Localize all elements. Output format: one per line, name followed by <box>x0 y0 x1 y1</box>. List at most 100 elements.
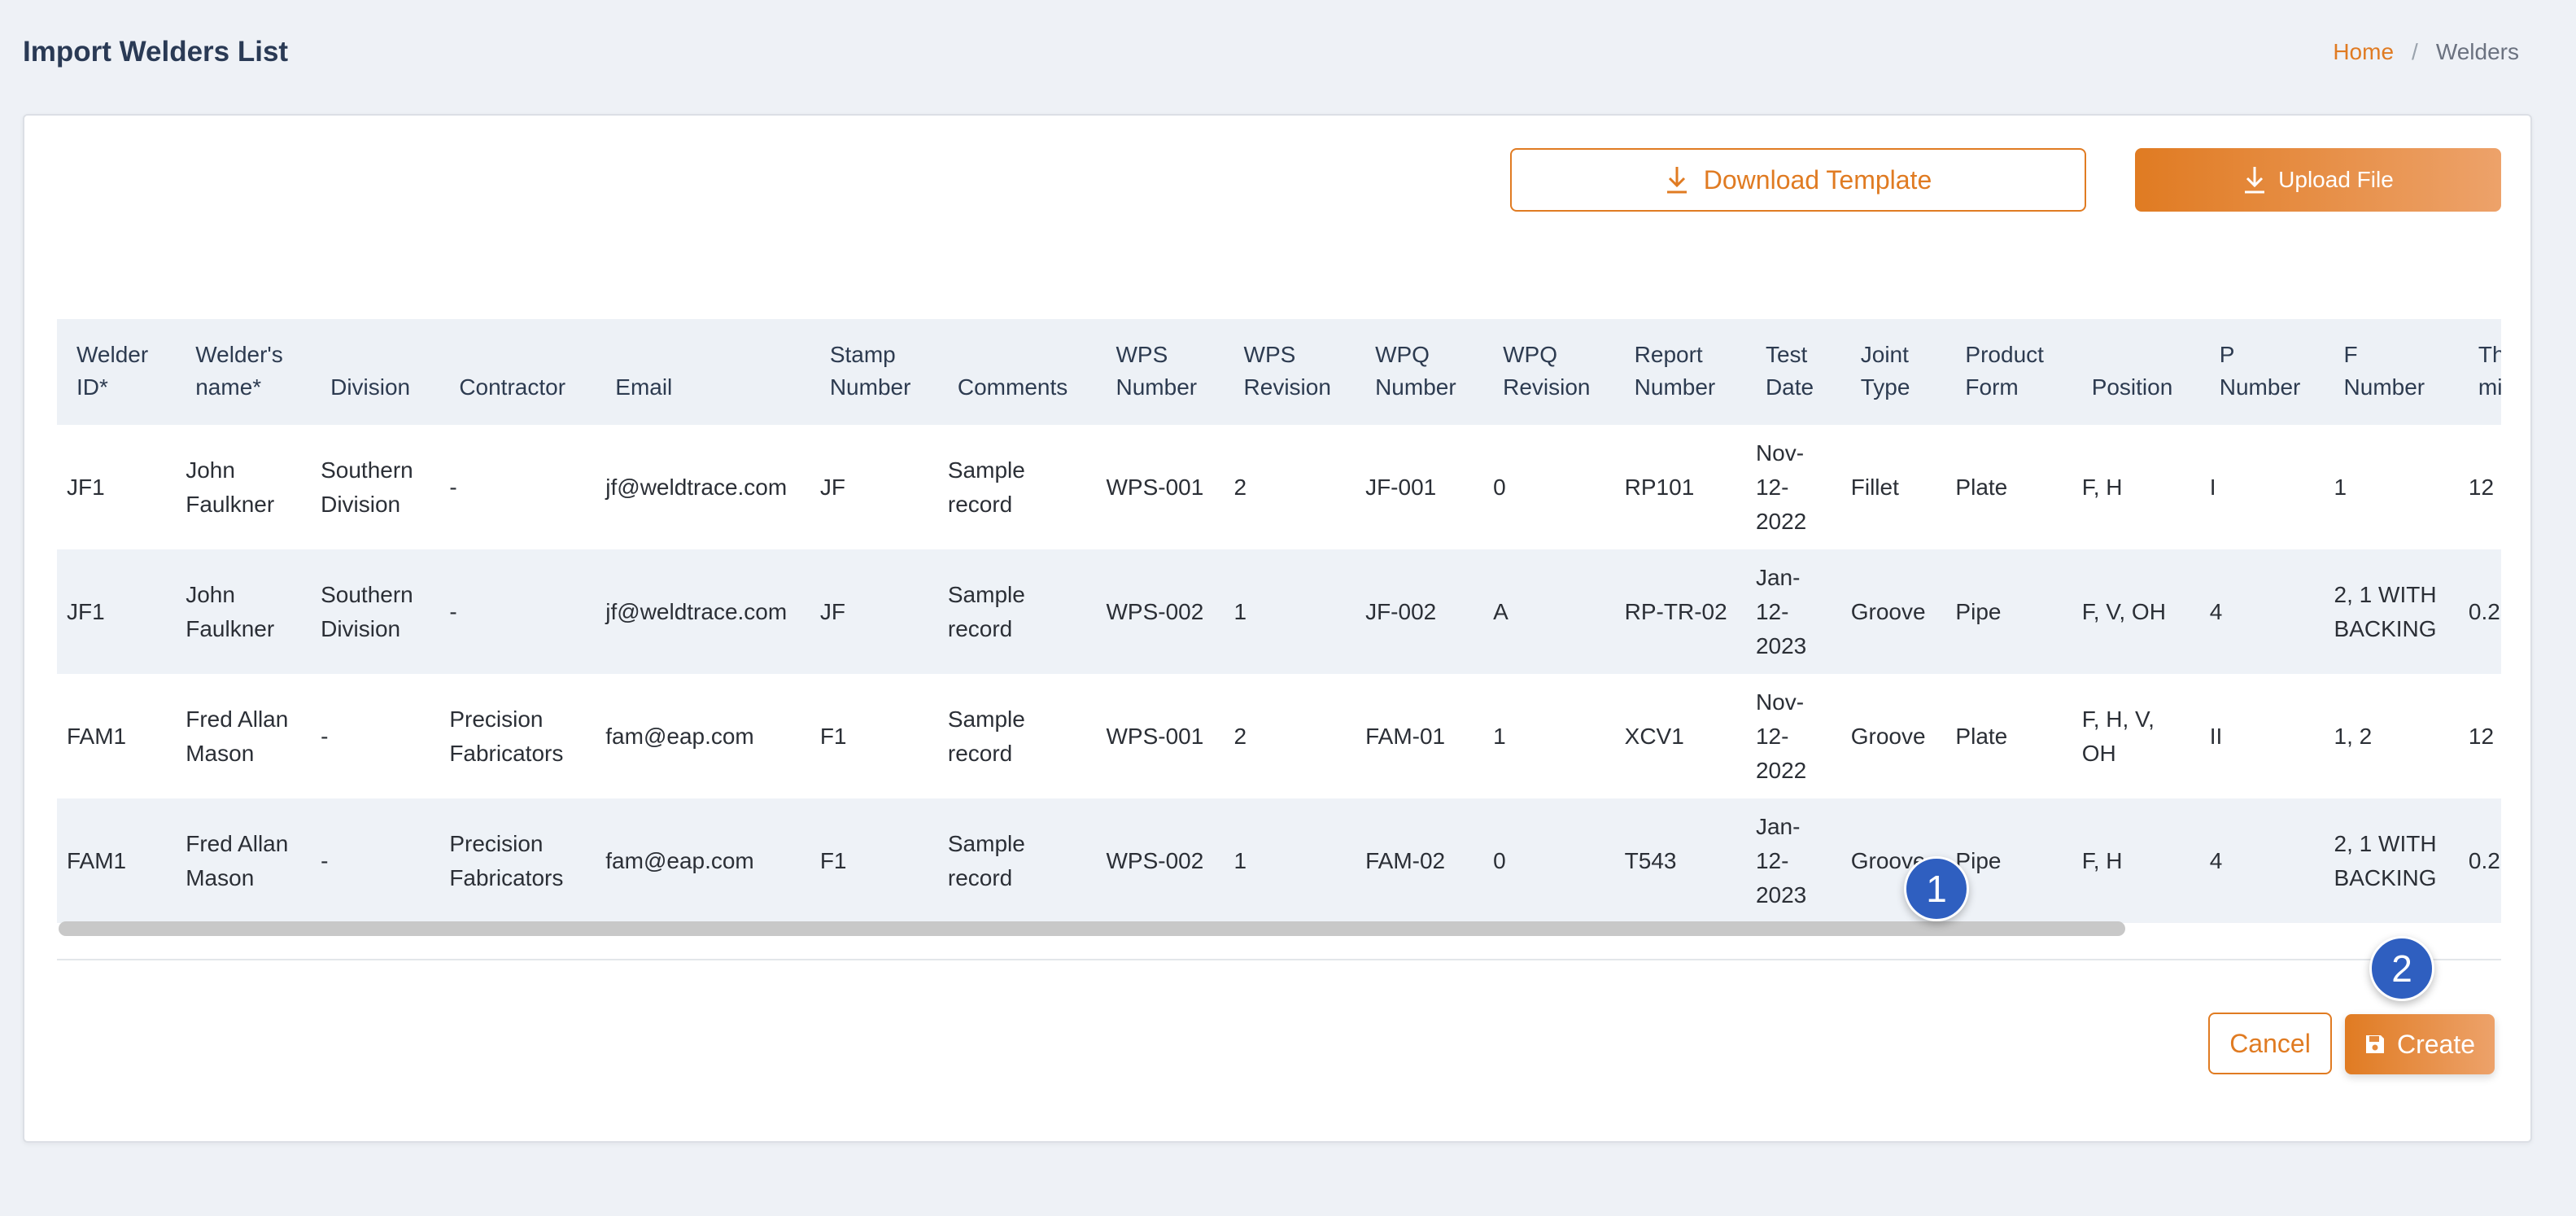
table-cell-text: F, H, V, <box>2081 706 2155 732</box>
table-cell: Jan- 12- 2023 <box>1746 549 1841 674</box>
table-cell: Fillet <box>1841 425 1946 549</box>
table-cell-text: jf@weldtrace.com <box>605 598 788 624</box>
welders-table-container[interactable]: Welder ID* Welder's name* Division Contractor… <box>57 319 2501 960</box>
horizontal-scrollbar[interactable] <box>59 921 2125 936</box>
table-cell-text: F1 <box>819 847 847 873</box>
table-cell-text: FAM-01 <box>1365 723 1446 749</box>
table-cell-text: Sample <box>947 581 1025 607</box>
column-header-text: Number <box>829 374 911 400</box>
table-cell-text: John <box>186 457 235 483</box>
table-cell-text: WPS-001 <box>1106 723 1204 749</box>
table-cell-text: record <box>947 864 1013 890</box>
table-cell: F, H, V, OH <box>2072 674 2200 798</box>
table-cell-text: 2023 <box>1755 881 1807 908</box>
table-cell-text: A <box>1493 598 1508 624</box>
table-cell-text: Fabricators <box>449 864 564 890</box>
table-cell-text: Mason <box>186 864 255 890</box>
table-cell-text: 2, 1 WITH <box>2334 830 2437 856</box>
download-icon <box>1666 167 1687 194</box>
table-cell-text: BACKING <box>2334 615 2437 641</box>
table-cell: 1 <box>1225 798 1356 923</box>
column-header-text: Division <box>330 374 411 400</box>
table-cell-text: WPS-001 <box>1106 474 1204 500</box>
table-cell: John Faulkner <box>176 549 311 674</box>
table-cell-text: Fabricators <box>449 740 564 766</box>
table-cell-text: FAM1 <box>67 723 127 749</box>
breadcrumb-home-link[interactable]: Home <box>2333 39 2394 65</box>
column-header-text: Number <box>1375 374 1456 400</box>
table-cell: F, H <box>2072 425 2200 549</box>
create-button[interactable]: Create <box>2345 1014 2495 1074</box>
column-header-text: Number <box>2343 374 2425 400</box>
table-cell-text: John <box>186 581 235 607</box>
table-cell-text: 4 <box>2209 598 2223 624</box>
table-cell-text: Faulkner <box>186 615 275 641</box>
table-cell-text: FAM1 <box>67 847 127 873</box>
table-cell: Nov- 12- 2022 <box>1746 425 1841 549</box>
column-header-text: Number <box>1634 374 1716 400</box>
table-cell: II <box>2200 674 2325 798</box>
table-cell-text: 2, 1 WITH <box>2334 581 2437 607</box>
table-cell: Precision Fabricators <box>439 798 596 923</box>
upload-file-button[interactable]: Upload File <box>2135 148 2501 212</box>
table-cell-text: II <box>2209 723 2223 749</box>
table-cell-text: Nov- <box>1755 440 1805 466</box>
table-cell: A <box>1483 549 1615 674</box>
table-cell: 1 <box>1483 674 1615 798</box>
column-header-text: WPS <box>1116 342 1168 367</box>
table-cell: F1 <box>810 674 938 798</box>
column-header-text: Revision <box>1503 374 1591 400</box>
table-cell-text: Faulkner <box>186 491 275 517</box>
table-cell: WPS-002 <box>1097 549 1225 674</box>
cancel-button[interactable]: Cancel <box>2208 1013 2332 1074</box>
column-header-text: Revision <box>1243 374 1331 400</box>
table-cell-text: fam@eap.com <box>605 723 754 749</box>
table-cell: F1 <box>810 798 938 923</box>
table-cell: fam@eap.com <box>596 674 810 798</box>
column-header-text: Number <box>1116 374 1198 400</box>
table-cell-text: 2023 <box>1755 632 1807 658</box>
column-header-text: ID* <box>76 374 108 400</box>
table-cell-text: Fred Allan <box>186 706 289 732</box>
table-cell-text: 1 <box>1233 847 1247 873</box>
column-header-text: Number <box>2219 374 2301 400</box>
table-cell: XCV1 <box>1615 674 1746 798</box>
table-cell-text: OH <box>2081 740 2116 766</box>
table-cell-text: record <box>947 740 1013 766</box>
column-header-text: Email <box>615 374 673 400</box>
table-cell-text: Jan- <box>1755 813 1801 839</box>
table-cell: JF1 <box>57 549 176 674</box>
step-marker-2: 2 <box>2369 936 2434 1001</box>
table-cell: John Faulkner <box>176 425 311 549</box>
table-cell-text: 1, 2 <box>2334 723 2373 749</box>
table-cell-text: 12 <box>2468 474 2495 500</box>
column-header: Joint Type <box>1841 319 1946 425</box>
table-cell-text: Plate <box>1955 474 2008 500</box>
table-cell-text: Sample <box>947 706 1025 732</box>
table-cell: Jan- 12- 2023 <box>1746 798 1841 923</box>
table-cell-text: 12- <box>1755 723 1789 749</box>
upload-file-label: Upload File <box>2278 167 2394 192</box>
table-cell: JF1 <box>57 425 176 549</box>
table-cell: Plate <box>1945 674 2072 798</box>
table-cell-text: Nov- <box>1755 689 1805 715</box>
table-cell: JF <box>810 425 938 549</box>
download-template-label: Download Template <box>1703 164 1932 195</box>
table-cell: jf@weldtrace.com <box>596 425 810 549</box>
table-cell: 2, 1 WITH BACKING <box>2325 549 2459 674</box>
table-cell: 12 <box>2459 425 2501 549</box>
table-cell: Sample record <box>938 674 1097 798</box>
column-header-text: Report <box>1634 342 1703 367</box>
table-cell-text: WPS-002 <box>1106 847 1204 873</box>
table-cell: FAM-02 <box>1356 798 1483 923</box>
table-cell-text: Precision <box>449 830 544 856</box>
column-header: Position <box>2072 319 2200 425</box>
table-cell-text: JF-002 <box>1365 598 1437 624</box>
column-header-text: F <box>2343 342 2358 367</box>
column-header: WPS Number <box>1097 319 1225 425</box>
table-cell: I <box>2200 425 2325 549</box>
table-cell-text: - <box>321 723 329 749</box>
column-header-text: Welder's <box>195 342 283 367</box>
download-template-button[interactable]: Download Template <box>1510 148 2086 212</box>
table-cell: F, H <box>2072 798 2200 923</box>
